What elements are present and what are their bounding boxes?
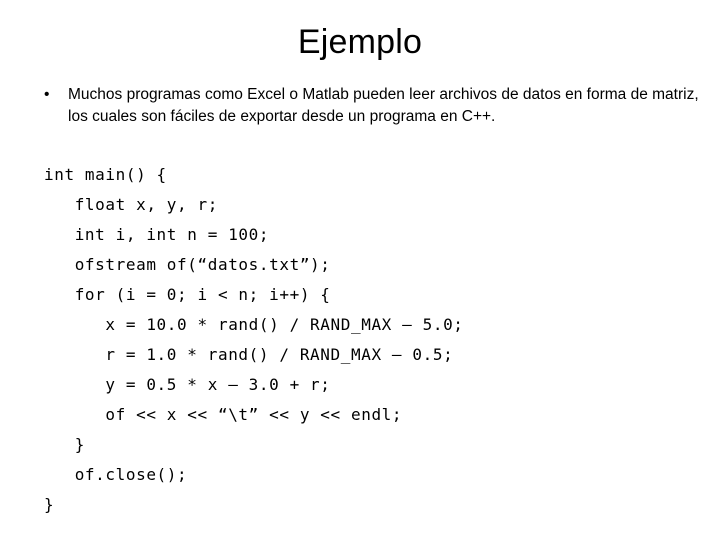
bullet-marker-icon: • <box>44 86 50 103</box>
code-content: int main() { float x, y, r; int i, int n… <box>44 160 704 520</box>
code-block: int main() { float x, y, r; int i, int n… <box>44 160 704 520</box>
code-line: int main() { <box>44 165 167 184</box>
code-line: of << x << “\t” << y << endl; <box>44 405 403 424</box>
code-line: x = 10.0 * rand() / RAND_MAX – 5.0; <box>44 315 464 334</box>
bullet-text: Muchos programas como Excel o Matlab pue… <box>68 86 699 125</box>
slide-canvas: Ejemplo • Muchos programas como Excel o … <box>0 0 720 540</box>
code-line: } <box>44 495 55 514</box>
code-line: of.close(); <box>44 465 188 484</box>
code-line: float x, y, r; <box>44 195 218 214</box>
code-line: ofstream of(“datos.txt”); <box>44 255 331 274</box>
code-line: } <box>44 435 85 454</box>
code-line: r = 1.0 * rand() / RAND_MAX – 0.5; <box>44 345 454 364</box>
code-line: for (i = 0; i < n; i++) { <box>44 285 331 304</box>
list-item: • Muchos programas como Excel o Matlab p… <box>36 84 712 128</box>
code-line: y = 0.5 * x – 3.0 + r; <box>44 375 331 394</box>
page-title: Ejemplo <box>297 23 423 61</box>
code-line: int i, int n = 100; <box>44 225 270 244</box>
bullet-list: • Muchos programas como Excel o Matlab p… <box>36 84 712 128</box>
